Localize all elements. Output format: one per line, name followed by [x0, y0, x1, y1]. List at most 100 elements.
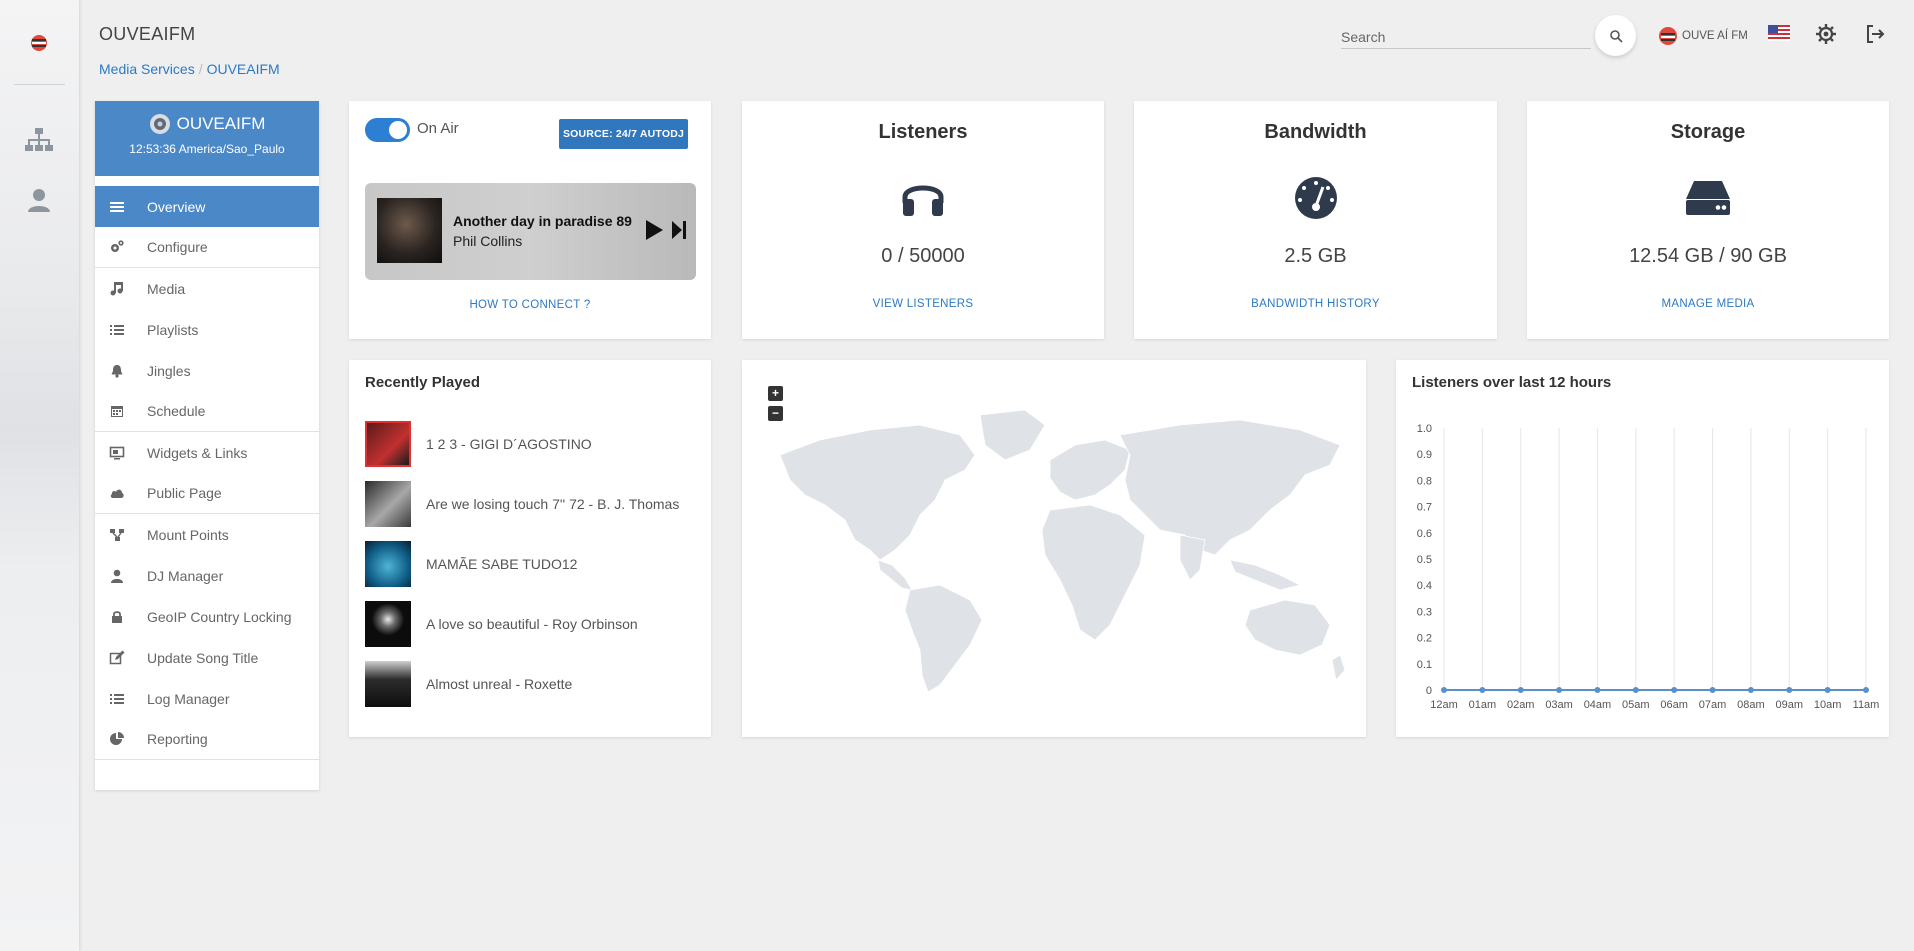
world-map[interactable]: [760, 400, 1350, 700]
list-icon: [110, 693, 124, 704]
chart-data-point: [1709, 687, 1716, 693]
theme-icon[interactable]: [1815, 23, 1837, 45]
bell-icon: [111, 364, 123, 378]
lock-icon: [112, 610, 122, 623]
album-art: [365, 481, 411, 527]
sidebar-item-label: Configure: [147, 239, 208, 255]
sidebar-item-log-manager[interactable]: Log Manager: [95, 678, 319, 719]
play-icon[interactable]: [644, 219, 664, 241]
map-region-central-america: [877, 559, 913, 591]
breadcrumb-current[interactable]: OUVEAIFM: [207, 61, 280, 77]
track-title: 1 2 3 - GIGI D´AGOSTINO: [426, 436, 592, 452]
chart-x-tick-label: 12am: [1430, 699, 1458, 711]
storage-card: Storage 12.54 GB / 90 GB MANAGE MEDIA: [1527, 101, 1889, 339]
now-playing-song: Another day in paradise 89: [453, 213, 632, 229]
gauge-icon: [1294, 177, 1337, 219]
sidebar-item-label: Playlists: [147, 321, 199, 338]
sidebar-item-label: Jingles: [147, 362, 191, 379]
user-icon[interactable]: [24, 185, 54, 215]
cloud-icon: [110, 489, 124, 498]
chart-x-tick-label: 11am: [1853, 699, 1880, 711]
station-name: OUVE AÍ FM: [1682, 30, 1748, 42]
pie-chart-icon: [110, 732, 124, 745]
logout-icon[interactable]: [1864, 23, 1886, 45]
rail-divider: [14, 84, 65, 85]
album-art: [365, 601, 411, 647]
sidebar-item-update-song[interactable]: Update Song Title: [95, 637, 319, 678]
map-region-southeast-asia: [1229, 559, 1302, 591]
list-item[interactable]: Almost unreal - Roxette: [365, 661, 572, 707]
breadcrumb-separator: /: [198, 61, 203, 77]
search-icon: [1609, 29, 1623, 43]
list-item[interactable]: A love so beautiful - Roy Orbinson: [365, 601, 638, 647]
sidebar-item-widgets[interactable]: Widgets & Links: [95, 432, 319, 473]
sidebar-item-playlists[interactable]: Playlists: [95, 309, 319, 350]
hdd-icon: [1686, 181, 1730, 215]
manage-media-link[interactable]: MANAGE MEDIA: [1527, 298, 1889, 310]
on-air-toggle[interactable]: [365, 118, 410, 142]
sidebar-item-label: Mount Points: [147, 526, 229, 543]
breadcrumb-link[interactable]: Media Services: [99, 61, 195, 77]
sidebar-item-media[interactable]: Media: [95, 268, 319, 309]
list-icon: [110, 201, 124, 212]
map-region-australia: [1244, 599, 1331, 656]
app-title: OUVEAIFM: [99, 24, 196, 44]
view-listeners-link[interactable]: VIEW LISTENERS: [742, 298, 1104, 310]
sidebar-item-mount-points[interactable]: Mount Points: [95, 514, 319, 555]
chart-data-point: [1747, 687, 1754, 693]
sidebar-item-label: Schedule: [147, 403, 206, 419]
chart-y-tick-label: 0.5: [1417, 554, 1432, 566]
map-region-new-zealand: [1331, 654, 1346, 681]
storage-title: Storage: [1670, 121, 1746, 143]
user-icon: [111, 569, 123, 583]
list-item[interactable]: MAMÃE SABE TUDO12: [365, 541, 577, 587]
search-button[interactable]: [1595, 15, 1636, 56]
zoom-in-button[interactable]: +: [768, 386, 783, 401]
music-icon: [110, 281, 123, 295]
sidebar-item-geoip[interactable]: GeoIP Country Locking: [95, 596, 319, 637]
sidebar-item-dj-manager[interactable]: DJ Manager: [95, 555, 319, 596]
skip-next-icon[interactable]: [671, 219, 687, 241]
map-region-asia: [1119, 419, 1341, 556]
bandwidth-title: Bandwidth: [1264, 121, 1367, 143]
sidebar-item-label: Update Song Title: [147, 649, 259, 666]
sidebar-item-configure[interactable]: Configure: [95, 227, 319, 268]
bandwidth-value: 2.5 GB: [1284, 245, 1347, 267]
list-icon: [110, 324, 124, 335]
station-selector[interactable]: OUVE AÍ FM: [1658, 26, 1748, 46]
bandwidth-history-link[interactable]: BANDWIDTH HISTORY: [1134, 298, 1497, 310]
sidebar-item-public-page[interactable]: Public Page: [95, 473, 319, 514]
how-to-connect-link[interactable]: HOW TO CONNECT ?: [349, 299, 711, 311]
chart-data-point: [1441, 687, 1447, 693]
search-input[interactable]: [1341, 25, 1591, 49]
app-logo-icon[interactable]: [26, 30, 52, 56]
sidebar-item-label: DJ Manager: [147, 567, 224, 584]
chart-data-point: [1824, 687, 1831, 693]
source-badge[interactable]: SOURCE: 24/7 AUTODJ: [559, 119, 688, 149]
track-title: Almost unreal - Roxette: [426, 676, 573, 692]
sidebar-item-reporting[interactable]: Reporting: [95, 719, 319, 760]
chart-data-point: [1632, 687, 1639, 693]
map-region-europe: [1049, 439, 1131, 501]
headphones-icon: [902, 185, 944, 216]
listeners-line-chart: 0 0.1 0.2 0.3 0.4 0.5 0.6 0.7 0.8 0.9 1.0 12am 01am 0…: [1417, 423, 1880, 711]
listeners-title: Listeners: [878, 121, 968, 143]
chart-data-point: [1786, 687, 1793, 693]
on-air-card: On Air SOURCE: 24/7 AUTODJ Another day i…: [349, 101, 711, 339]
sidebar-item-schedule[interactable]: Schedule: [95, 391, 319, 432]
sidebar-item-label: Overview: [147, 198, 206, 215]
sitemap-icon[interactable]: [24, 125, 54, 155]
sidebar-item-label: Log Manager: [147, 690, 230, 707]
list-item[interactable]: 1 2 3 - GIGI D´AGOSTINO: [365, 421, 592, 467]
sidebar-item-label: GeoIP Country Locking: [147, 608, 292, 625]
sidebar-item-label: Public Page: [147, 485, 222, 501]
flag-us-icon[interactable]: [1768, 25, 1790, 41]
map-region-south-america: [904, 584, 983, 693]
sidebar-item-overview[interactable]: Overview: [95, 186, 319, 227]
listeners-card: Listeners 0 / 50000 VIEW LISTENERS: [742, 101, 1104, 339]
chart-y-tick-label: 0.3: [1417, 606, 1432, 618]
sidebar-item-jingles[interactable]: Jingles: [95, 350, 319, 391]
list-item[interactable]: Are we losing touch 7'' 72 - B. J. Thoma…: [365, 481, 679, 527]
chart-y-tick-label: 1.0: [1417, 423, 1432, 435]
storage-value: 12.54 GB / 90 GB: [1629, 245, 1787, 267]
